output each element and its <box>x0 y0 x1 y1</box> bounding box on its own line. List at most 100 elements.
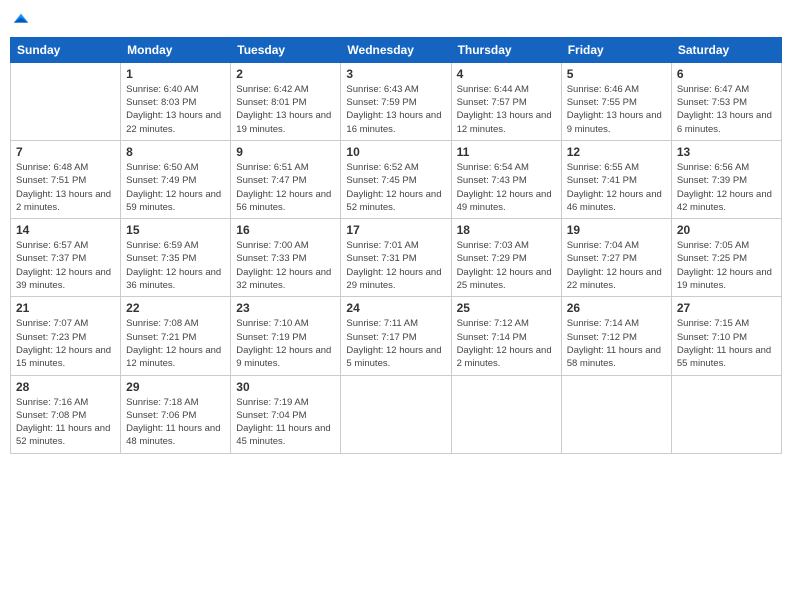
calendar-cell: 12 Sunrise: 6:55 AM Sunset: 7:41 PM Dayli… <box>561 140 671 218</box>
day-info: Sunrise: 7:05 AM Sunset: 7:25 PM Dayligh… <box>677 239 776 292</box>
calendar-cell: 14 Sunrise: 6:57 AM Sunset: 7:37 PM Dayli… <box>11 219 121 297</box>
logo <box>10 10 30 33</box>
day-info: Sunrise: 6:46 AM Sunset: 7:55 PM Dayligh… <box>567 83 666 136</box>
day-number: 4 <box>457 67 556 81</box>
day-number: 28 <box>16 380 115 394</box>
day-info: Sunrise: 6:42 AM Sunset: 8:01 PM Dayligh… <box>236 83 335 136</box>
day-info: Sunrise: 7:07 AM Sunset: 7:23 PM Dayligh… <box>16 317 115 370</box>
calendar-cell: 18Sunrise: 7:03 AM Sunset: 7:29 PM Dayli… <box>451 219 561 297</box>
day-info: Sunrise: 7:08 AM Sunset: 7:21 PM Dayligh… <box>126 317 225 370</box>
day-number: 23 <box>236 301 335 315</box>
day-number: 2 <box>236 67 335 81</box>
calendar-body: 1 Sunrise: 6:40 AM Sunset: 8:03 PM Daylig… <box>11 62 782 453</box>
day-number: 1 <box>126 67 225 81</box>
day-info: Sunrise: 6:50 AM Sunset: 7:49 PM Dayligh… <box>126 161 225 214</box>
calendar-cell: 19Sunrise: 7:04 AM Sunset: 7:27 PM Dayli… <box>561 219 671 297</box>
day-info: Sunrise: 7:10 AM Sunset: 7:19 PM Dayligh… <box>236 317 335 370</box>
day-number: 22 <box>126 301 225 315</box>
day-number: 29 <box>126 380 225 394</box>
day-number: 16 <box>236 223 335 237</box>
day-number: 20 <box>677 223 776 237</box>
day-info: Sunrise: 7:19 AM Sunset: 7:04 PM Dayligh… <box>236 396 335 449</box>
calendar-cell: 15 Sunrise: 6:59 AM Sunset: 7:35 PM Dayli… <box>121 219 231 297</box>
calendar-cell: 21 Sunrise: 7:07 AM Sunset: 7:23 PM Dayli… <box>11 297 121 375</box>
calendar-cell <box>561 375 671 453</box>
day-number: 8 <box>126 145 225 159</box>
day-info: Sunrise: 6:57 AM Sunset: 7:37 PM Dayligh… <box>16 239 115 292</box>
day-number: 3 <box>346 67 445 81</box>
calendar-cell: 20 Sunrise: 7:05 AM Sunset: 7:25 PM Dayli… <box>671 219 781 297</box>
calendar-cell: 17 Sunrise: 7:01 AM Sunset: 7:31 PM Dayli… <box>341 219 451 297</box>
day-info: Sunrise: 6:55 AM Sunset: 7:41 PM Dayligh… <box>567 161 666 214</box>
logo-icon <box>12 10 30 28</box>
day-info: Sunrise: 6:43 AM Sunset: 7:59 PM Dayligh… <box>346 83 445 136</box>
calendar-week-5: 28Sunrise: 7:16 AM Sunset: 7:08 PM Dayli… <box>11 375 782 453</box>
calendar-cell: 1 Sunrise: 6:40 AM Sunset: 8:03 PM Daylig… <box>121 62 231 140</box>
day-info: Sunrise: 6:52 AM Sunset: 7:45 PM Dayligh… <box>346 161 445 214</box>
day-info: Sunrise: 6:59 AM Sunset: 7:35 PM Dayligh… <box>126 239 225 292</box>
calendar-cell <box>11 62 121 140</box>
day-info: Sunrise: 6:44 AM Sunset: 7:57 PM Dayligh… <box>457 83 556 136</box>
calendar-cell: 28Sunrise: 7:16 AM Sunset: 7:08 PM Dayli… <box>11 375 121 453</box>
day-number: 11 <box>457 145 556 159</box>
day-number: 18 <box>457 223 556 237</box>
calendar-cell: 11 Sunrise: 6:54 AM Sunset: 7:43 PM Dayli… <box>451 140 561 218</box>
day-info: Sunrise: 7:00 AM Sunset: 7:33 PM Dayligh… <box>236 239 335 292</box>
day-info: Sunrise: 7:01 AM Sunset: 7:31 PM Dayligh… <box>346 239 445 292</box>
day-number: 30 <box>236 380 335 394</box>
calendar-cell: 8 Sunrise: 6:50 AM Sunset: 7:49 PM Daylig… <box>121 140 231 218</box>
calendar-cell <box>341 375 451 453</box>
day-info: Sunrise: 7:18 AM Sunset: 7:06 PM Dayligh… <box>126 396 225 449</box>
day-number: 14 <box>16 223 115 237</box>
calendar-cell: 6 Sunrise: 6:47 AM Sunset: 7:53 PM Daylig… <box>671 62 781 140</box>
day-number: 17 <box>346 223 445 237</box>
day-number: 5 <box>567 67 666 81</box>
day-info: Sunrise: 7:15 AM Sunset: 7:10 PM Dayligh… <box>677 317 776 370</box>
calendar-cell: 10 Sunrise: 6:52 AM Sunset: 7:45 PM Dayli… <box>341 140 451 218</box>
day-info: Sunrise: 6:47 AM Sunset: 7:53 PM Dayligh… <box>677 83 776 136</box>
calendar-cell: 24Sunrise: 7:11 AM Sunset: 7:17 PM Dayli… <box>341 297 451 375</box>
day-number: 12 <box>567 145 666 159</box>
day-number: 21 <box>16 301 115 315</box>
calendar-table: SundayMondayTuesdayWednesdayThursdayFrid… <box>10 37 782 454</box>
day-info: Sunrise: 6:48 AM Sunset: 7:51 PM Dayligh… <box>16 161 115 214</box>
day-info: Sunrise: 7:12 AM Sunset: 7:14 PM Dayligh… <box>457 317 556 370</box>
calendar-week-2: 7Sunrise: 6:48 AM Sunset: 7:51 PM Daylig… <box>11 140 782 218</box>
day-info: Sunrise: 7:04 AM Sunset: 7:27 PM Dayligh… <box>567 239 666 292</box>
header-day-tuesday: Tuesday <box>231 37 341 62</box>
header-day-monday: Monday <box>121 37 231 62</box>
day-number: 13 <box>677 145 776 159</box>
calendar-week-1: 1 Sunrise: 6:40 AM Sunset: 8:03 PM Daylig… <box>11 62 782 140</box>
calendar-cell: 23 Sunrise: 7:10 AM Sunset: 7:19 PM Dayli… <box>231 297 341 375</box>
header-day-saturday: Saturday <box>671 37 781 62</box>
day-info: Sunrise: 6:40 AM Sunset: 8:03 PM Dayligh… <box>126 83 225 136</box>
calendar-cell: 4 Sunrise: 6:44 AM Sunset: 7:57 PM Daylig… <box>451 62 561 140</box>
page-header <box>10 10 782 33</box>
calendar-cell: 2 Sunrise: 6:42 AM Sunset: 8:01 PM Daylig… <box>231 62 341 140</box>
calendar-cell: 7Sunrise: 6:48 AM Sunset: 7:51 PM Daylig… <box>11 140 121 218</box>
day-info: Sunrise: 6:54 AM Sunset: 7:43 PM Dayligh… <box>457 161 556 214</box>
calendar-week-3: 14 Sunrise: 6:57 AM Sunset: 7:37 PM Dayli… <box>11 219 782 297</box>
calendar-cell <box>451 375 561 453</box>
day-number: 27 <box>677 301 776 315</box>
day-number: 9 <box>236 145 335 159</box>
calendar-cell: 25Sunrise: 7:12 AM Sunset: 7:14 PM Dayli… <box>451 297 561 375</box>
logo-text <box>10 10 30 33</box>
header-day-sunday: Sunday <box>11 37 121 62</box>
day-info: Sunrise: 7:14 AM Sunset: 7:12 PM Dayligh… <box>567 317 666 370</box>
calendar-cell: 22 Sunrise: 7:08 AM Sunset: 7:21 PM Dayli… <box>121 297 231 375</box>
day-number: 24 <box>346 301 445 315</box>
calendar-week-4: 21 Sunrise: 7:07 AM Sunset: 7:23 PM Dayli… <box>11 297 782 375</box>
header-day-friday: Friday <box>561 37 671 62</box>
calendar-cell: 29 Sunrise: 7:18 AM Sunset: 7:06 PM Dayli… <box>121 375 231 453</box>
day-number: 6 <box>677 67 776 81</box>
calendar-cell: 9 Sunrise: 6:51 AM Sunset: 7:47 PM Daylig… <box>231 140 341 218</box>
header-day-wednesday: Wednesday <box>341 37 451 62</box>
calendar-header-row: SundayMondayTuesdayWednesdayThursdayFrid… <box>11 37 782 62</box>
day-info: Sunrise: 6:56 AM Sunset: 7:39 PM Dayligh… <box>677 161 776 214</box>
header-day-thursday: Thursday <box>451 37 561 62</box>
day-number: 10 <box>346 145 445 159</box>
day-number: 15 <box>126 223 225 237</box>
calendar-cell: 5 Sunrise: 6:46 AM Sunset: 7:55 PM Daylig… <box>561 62 671 140</box>
day-info: Sunrise: 6:51 AM Sunset: 7:47 PM Dayligh… <box>236 161 335 214</box>
